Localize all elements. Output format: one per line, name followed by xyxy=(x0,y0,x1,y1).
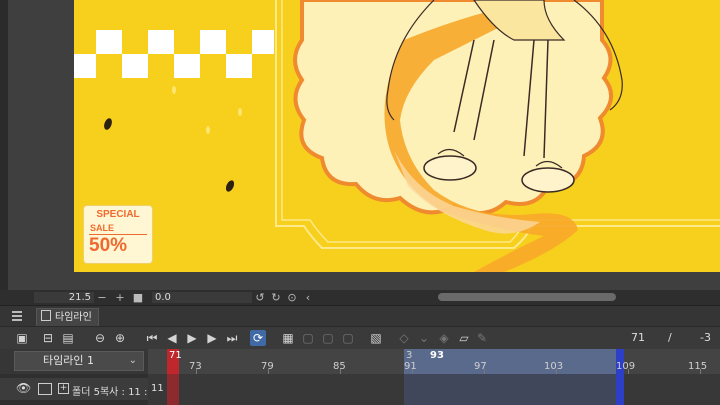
special-sale-badge: SPECIAL SALE 50% xyxy=(83,205,153,264)
eye-icon[interactable]: 👁 xyxy=(16,381,31,395)
layer-icon xyxy=(38,383,52,395)
keyframe-interpolation-icon[interactable]: ◈ xyxy=(436,330,452,346)
timeline-track-area: 👁 + 폴더 5복사 : 11 : 11 xyxy=(0,374,720,405)
panel-menu-icon[interactable] xyxy=(12,311,22,321)
track-name: 폴더 5복사 : 11 : xyxy=(72,387,148,398)
playhead-column xyxy=(167,374,179,405)
range-end-label: 93 xyxy=(430,350,444,361)
zoom-in-button[interactable]: + xyxy=(114,291,126,304)
panel-tab-bar: 타임라인 xyxy=(0,306,720,327)
onion-skin-icon[interactable]: ▧ xyxy=(368,330,384,346)
timeline-select[interactable]: 타임라인 1 ⌄ xyxy=(14,351,144,371)
first-frame-icon[interactable]: ⏮ xyxy=(144,330,160,346)
frame-separator: / xyxy=(668,331,672,344)
playhead-label: 71 xyxy=(169,350,182,361)
ruler-label: 103 xyxy=(544,361,564,372)
rotate-right-icon[interactable]: ↻ xyxy=(270,291,282,304)
tab-timeline-label: 타임라인 xyxy=(55,312,92,323)
track-frames[interactable]: 11 xyxy=(148,374,720,405)
badge-sale-label: SALE xyxy=(90,223,115,233)
chevron-down-icon: ⌄ xyxy=(128,355,137,366)
ruler-label: 109 xyxy=(616,361,636,372)
frame-offset: -3 xyxy=(700,331,711,344)
current-frame-number: 71 xyxy=(631,331,645,344)
zoom-value-field[interactable]: 0.0 xyxy=(152,292,202,303)
track-row[interactable]: 👁 + 폴더 5복사 : 11 : xyxy=(0,378,148,400)
stop-icon[interactable]: ■ xyxy=(132,291,144,304)
ruler-label: 91 xyxy=(404,361,417,372)
keyframe-edit-icon[interactable]: ▱ xyxy=(456,330,472,346)
ruler-label: 115 xyxy=(688,361,708,372)
next-frame-icon[interactable]: ▶ xyxy=(204,330,220,346)
timeline-toolbar: ▣ ⊟ ▤ ⊖ ⊕ ⏮ ◀ ▶ ▶ ⏭ ⟳ ▦ ▢ ▢ ▢ ▧ ◇ ⌄ ◈ ▱ … xyxy=(0,327,720,349)
range-column xyxy=(404,374,618,405)
canvas-left-gutter xyxy=(0,0,8,290)
expand-folder-icon[interactable]: + xyxy=(58,383,69,394)
timeline-select-value: 타임라인 1 xyxy=(43,354,94,367)
badge-title: SPECIAL xyxy=(96,209,140,220)
reset-rotation-icon[interactable]: ⊙ xyxy=(286,291,298,304)
zoom-out-timeline-icon[interactable]: ⊖ xyxy=(92,330,108,346)
zoom-out-button[interactable]: − xyxy=(96,291,108,304)
range-end-column xyxy=(616,374,624,405)
rotation-field[interactable]: 21.5 xyxy=(34,292,94,303)
last-frame-icon[interactable]: ⏭ xyxy=(224,330,240,346)
zoom-in-timeline-icon[interactable]: ⊕ xyxy=(112,330,128,346)
horizontal-scrollbar[interactable] xyxy=(438,293,616,301)
loop-playback-icon[interactable]: ⟳ xyxy=(250,330,266,346)
edit-timeline-icon[interactable]: ▤ xyxy=(60,330,76,346)
previous-frame-icon[interactable]: ◀ xyxy=(164,330,180,346)
specify-cel-icon[interactable]: ▢ xyxy=(300,330,316,346)
scroll-left-icon[interactable]: ‹ xyxy=(302,291,314,304)
range-start-label: 3 xyxy=(406,350,413,361)
angle-field[interactable] xyxy=(202,292,252,303)
timeline-header: 타임라인 1 ⌄ 71 3 93 73 79 85 91 97 103 109 … xyxy=(0,349,720,374)
keyframe-dropdown-icon[interactable]: ⌄ xyxy=(416,330,432,346)
new-animation-cel-icon[interactable]: ▦ xyxy=(280,330,296,346)
rotate-left-icon[interactable]: ↺ xyxy=(254,291,266,304)
navigator-status-bar: 21.5 − + ■ 0.0 ↺ ↻ ⊙ ‹ xyxy=(0,290,720,306)
keyframe-icon[interactable]: ◇ xyxy=(396,330,412,346)
badge-percent: 50% xyxy=(89,235,128,256)
frame-ruler[interactable]: 71 3 93 73 79 85 91 97 103 109 115 xyxy=(148,349,720,374)
tab-timeline[interactable]: 타임라인 xyxy=(36,308,99,326)
canvas-area[interactable]: SPECIAL SALE 50% xyxy=(0,0,720,290)
insert-frame-icon[interactable]: ▢ xyxy=(340,330,356,346)
timeline-settings-icon[interactable]: ⊟ xyxy=(40,330,56,346)
artwork-illustration xyxy=(74,0,720,272)
frame-cell[interactable]: 11 xyxy=(151,383,164,394)
play-icon[interactable]: ▶ xyxy=(184,330,200,346)
artwork[interactable]: SPECIAL SALE 50% xyxy=(74,0,720,272)
timeline-tab-icon xyxy=(41,310,51,321)
new-timeline-icon[interactable]: ▣ xyxy=(14,330,30,346)
delete-cel-icon[interactable]: ▢ xyxy=(320,330,336,346)
pen-icon[interactable]: ✎ xyxy=(474,330,490,346)
